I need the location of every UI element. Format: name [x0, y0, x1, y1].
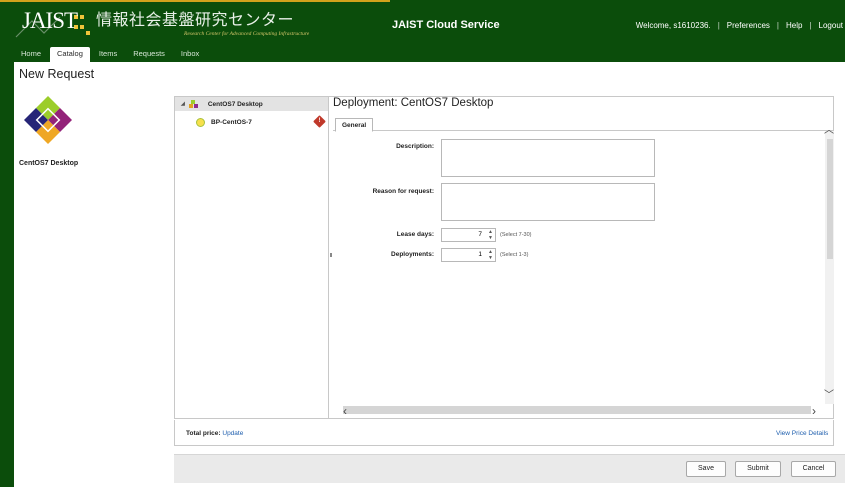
- deployments-value: 1: [478, 251, 482, 258]
- header-accent-line: [0, 0, 390, 2]
- submit-button[interactable]: Submit: [735, 461, 781, 477]
- cancel-button[interactable]: Cancel: [791, 461, 836, 477]
- splitter-handle-icon: [330, 253, 332, 257]
- chevron-up-icon[interactable]: ︿: [824, 121, 834, 136]
- component-tree: [174, 96, 329, 419]
- lease-days-value: 7: [478, 231, 482, 238]
- divider: |: [717, 21, 720, 30]
- tab-inbox[interactable]: Inbox: [174, 47, 206, 62]
- app-title: JAIST Cloud Service: [392, 19, 500, 31]
- tree-item-label: CentOS7 Desktop: [207, 100, 263, 108]
- logout-link[interactable]: Logout: [819, 21, 843, 30]
- org-name: 情報社会基盤研究センター: [96, 12, 295, 29]
- lease-days-hint: (Select 7-30): [500, 232, 532, 238]
- deployments-hint: (Select 1-3): [500, 252, 529, 258]
- vm-icon: [196, 117, 205, 127]
- spinner-arrows-icon[interactable]: ▲ ▼: [488, 229, 493, 241]
- centos-logo-icon: [24, 96, 72, 144]
- tree-item-label: BP-CentOS-7: [211, 118, 252, 126]
- description-label: Description:: [396, 143, 434, 150]
- tab-items[interactable]: Items: [92, 47, 124, 62]
- deployments-label: Deployments:: [391, 251, 434, 258]
- reason-label: Reason for request:: [372, 188, 434, 195]
- view-price-details-link[interactable]: View Price Details: [776, 430, 828, 437]
- app-header: JAIST 情報社会基盤研究センター Research Center for A…: [0, 0, 845, 44]
- catalog-item-name: CentOS7 Desktop: [19, 160, 79, 167]
- lease-days-stepper[interactable]: 7 ▲ ▼: [441, 228, 496, 242]
- tab-catalog[interactable]: Catalog: [50, 47, 90, 62]
- welcome-text: Welcome, s1610236.: [635, 21, 711, 30]
- user-links: Welcome, s1610236. | Preferences | Help …: [636, 21, 843, 30]
- deployments-stepper[interactable]: 1 ▲ ▼: [441, 248, 496, 262]
- tab-general[interactable]: General: [335, 118, 374, 132]
- update-link[interactable]: Update: [222, 430, 243, 437]
- package-icon: [188, 99, 198, 108]
- page-title: New Request: [19, 67, 95, 81]
- vertical-scroll-thumb[interactable]: [827, 139, 833, 259]
- lease-days-label: Lease days:: [396, 231, 434, 238]
- tree-item-root[interactable]: ◢ CentOS7 Desktop: [175, 97, 328, 111]
- tree-item-child[interactable]: BP-CentOS-7: [196, 116, 326, 128]
- divider: |: [776, 21, 779, 30]
- reason-field[interactable]: [441, 183, 655, 221]
- left-edge-bar: [0, 44, 14, 487]
- chevron-down-icon[interactable]: ﹀: [824, 386, 834, 401]
- total-price-label: Total price:: [186, 430, 221, 437]
- total-price-bar: [174, 420, 834, 446]
- tab-home[interactable]: Home: [14, 47, 48, 62]
- tab-strip: [333, 118, 833, 131]
- spinner-arrows-icon[interactable]: ▲ ▼: [488, 249, 493, 261]
- preferences-link[interactable]: Preferences: [727, 21, 770, 30]
- warning-mark: !: [318, 118, 321, 124]
- horizontal-scrollbar[interactable]: [343, 406, 811, 414]
- chevron-right-icon[interactable]: ›: [812, 404, 816, 418]
- main-nav: Home Catalog Items Requests Inbox: [14, 44, 845, 62]
- expand-triangle-icon[interactable]: ◢: [181, 101, 185, 107]
- deployment-title: Deployment: CentOS7 Desktop: [333, 97, 494, 109]
- jaist-logo[interactable]: JAIST: [14, 3, 96, 39]
- org-tagline: Research Center for Advanced Computing I…: [184, 31, 310, 37]
- divider: |: [809, 21, 812, 30]
- description-field[interactable]: [441, 139, 655, 177]
- total-price: Total price: Update: [186, 430, 243, 437]
- chevron-left-icon[interactable]: ‹: [343, 404, 347, 418]
- logo-text: JAIST: [22, 8, 78, 33]
- page: JAIST 情報社会基盤研究センター Research Center for A…: [0, 0, 845, 487]
- help-link[interactable]: Help: [786, 21, 802, 30]
- save-button[interactable]: Save: [686, 461, 726, 477]
- tab-requests[interactable]: Requests: [126, 47, 172, 62]
